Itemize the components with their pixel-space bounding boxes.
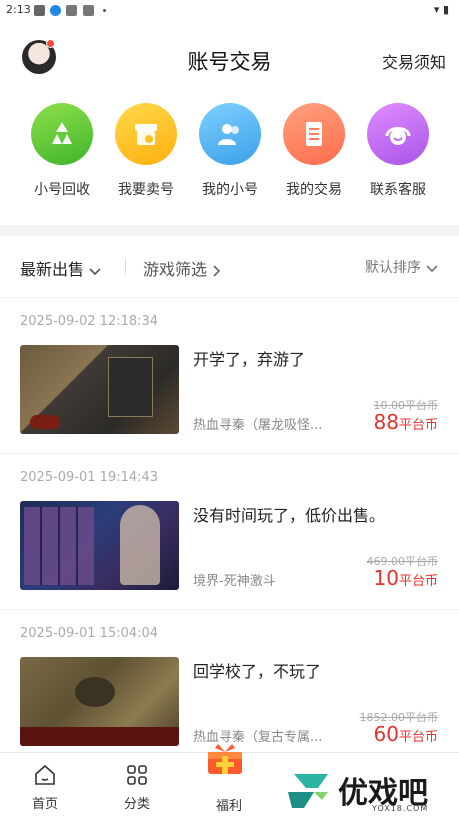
recycle-account-button[interactable]: 小号回收 (22, 100, 102, 199)
users-icon (199, 103, 261, 165)
listing-time: 2025-09-01 19:14:43 (20, 470, 159, 485)
headset-icon (367, 103, 429, 165)
sort-dropdown[interactable]: 默认排序 (365, 257, 439, 277)
receipt-icon (283, 103, 345, 165)
customer-service-button[interactable]: 联系客服 (358, 100, 438, 199)
tab-label: 福利 (215, 799, 242, 814)
watermark-logo: 优戏吧 YOX18.COM (276, 764, 459, 816)
shield-icon (83, 5, 94, 16)
divider (125, 258, 126, 274)
more-notifications-icon (103, 9, 106, 12)
sort-label: 默认排序 (365, 260, 421, 276)
game-filter-label: 游戏筛选 (143, 260, 208, 279)
price-value: 88 (373, 410, 399, 434)
quick-nav-label: 小号回收 (34, 182, 90, 198)
status-bar: 2:13 ▾ ▮ (0, 0, 459, 22)
listing-time: 2025-09-02 12:18:34 (20, 314, 159, 329)
gift-icon[interactable] (206, 742, 244, 776)
my-trades-button[interactable]: 我的交易 (274, 100, 354, 199)
shop-icon (115, 103, 177, 165)
notification-icon (34, 5, 45, 16)
chevron-down-icon (426, 265, 438, 273)
game-screenshot (20, 345, 179, 434)
tab-home[interactable]: 首页 (0, 753, 90, 817)
my-accounts-button[interactable]: 我的小号 (190, 100, 270, 199)
listing-price: 10平台币 (374, 566, 438, 590)
price-value: 10 (373, 566, 399, 590)
price-unit: 平台币 (398, 418, 438, 433)
grid-icon (127, 765, 147, 785)
listing-game-name: 热血寻秦（屠龙吸怪... (193, 418, 323, 433)
listing-title: 回学校了，不玩了 (193, 662, 322, 681)
sell-account-button[interactable]: 我要卖号 (106, 100, 186, 199)
home-icon (35, 764, 55, 785)
shield-icon (66, 5, 77, 16)
chevron-right-icon (213, 264, 221, 277)
quick-nav: 小号回收 我要卖号 我的小号 我的交易 联系客服 (0, 100, 459, 210)
price-unit: 平台币 (398, 730, 438, 745)
watermark-logo-icon (288, 774, 328, 808)
chevron-down-icon (89, 267, 101, 275)
header: 账号交易 交易须知 (0, 30, 459, 90)
listing-price: 60平台币 (374, 722, 438, 746)
quick-nav-label: 我要卖号 (118, 182, 174, 198)
price-unit: 平台币 (398, 574, 438, 589)
listing-item[interactable]: 2025-09-01 19:14:43 没有时间玩了，低价出售。 境界-死神激斗… (0, 454, 459, 610)
filter-bar: 最新出售 游戏筛选 默认排序 (0, 236, 459, 298)
download-icon (50, 5, 61, 16)
latest-sale-dropdown[interactable]: 最新出售 (20, 256, 102, 280)
listing-time: 2025-09-01 15:04:04 (20, 626, 159, 641)
listing-title: 开学了，弃游了 (193, 350, 306, 369)
wifi-battery-icon: ▾ ▮ (433, 3, 449, 16)
latest-sale-label: 最新出售 (20, 260, 85, 279)
tab-label: 首页 (31, 797, 58, 812)
listing-item[interactable]: 2025-09-02 12:18:34 开学了，弃游了 热血寻秦（屠龙吸怪...… (0, 298, 459, 454)
quick-nav-label: 我的交易 (286, 182, 342, 198)
game-screenshot (20, 501, 179, 590)
section-divider (0, 225, 459, 236)
listing-game-name: 境界-死神激斗 (193, 574, 276, 589)
trade-notice-link[interactable]: 交易须知 (382, 49, 446, 73)
quick-nav-label: 联系客服 (370, 182, 426, 198)
game-filter-button[interactable]: 游戏筛选 (143, 256, 221, 280)
price-value: 60 (373, 722, 399, 746)
status-time: 2:13 (6, 3, 31, 16)
quick-nav-label: 我的小号 (202, 182, 258, 198)
recycle-icon (31, 103, 93, 165)
tab-label: 分类 (123, 797, 150, 812)
listing-title: 没有时间玩了，低价出售。 (193, 506, 386, 525)
watermark-domain: YOX18.COM (372, 804, 429, 813)
listing-price: 88平台币 (374, 410, 438, 434)
game-screenshot (20, 657, 179, 746)
tab-category[interactable]: 分类 (92, 753, 182, 817)
